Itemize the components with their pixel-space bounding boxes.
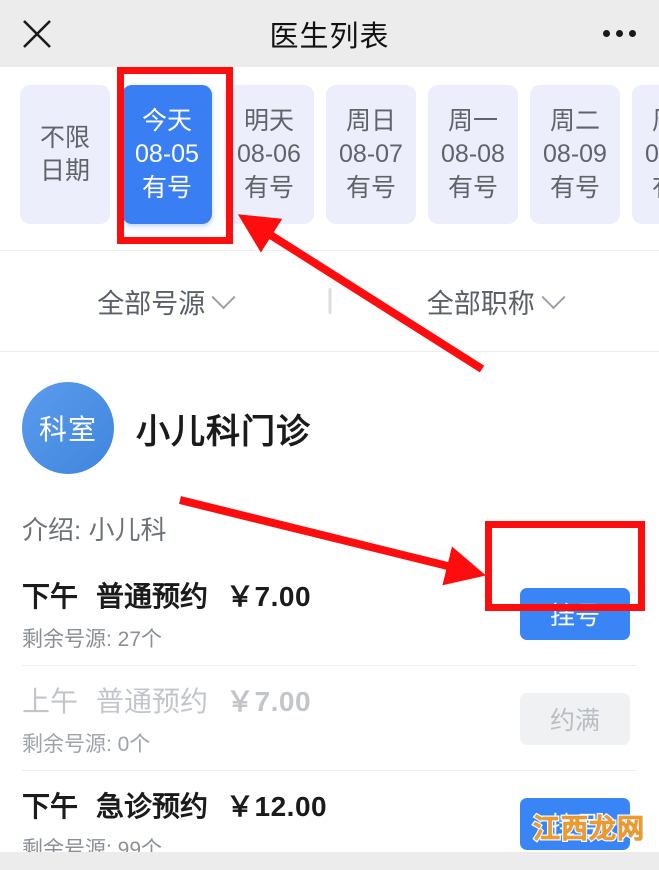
date-chip-tuesday[interactable]: 周二 08-09 有号 [530, 85, 620, 224]
date-chip-line2: 08-09 [543, 140, 607, 169]
schedule-type: 普通预约 [96, 581, 209, 612]
schedule-period: 上午 [22, 686, 79, 717]
date-chip-line1: 明天 [243, 107, 294, 136]
date-filter-strip[interactable]: 不限 日期 今天 08-05 有号 明天 08-06 有号 周日 08-07 有… [0, 67, 659, 251]
schedule-remaining: 剩余号源: 0个 [22, 733, 151, 756]
more-dot [615, 30, 623, 37]
date-chip-line3: 有号 [243, 173, 294, 202]
date-chip-line3: 有号 [549, 173, 600, 202]
date-chip-line3: 有号 [447, 173, 498, 202]
schedule-main: 上午 普通预约 ￥7.00 [22, 680, 311, 720]
filter-divider [328, 288, 331, 314]
schedule-info: 下午 普通预约 ￥7.00 剩余号源: 27个 [22, 575, 311, 653]
department-intro: 介绍: 小儿科 [22, 515, 167, 545]
date-chip-monday[interactable]: 周一 08-08 有号 [428, 85, 518, 224]
schedule-price: ￥7.00 [226, 581, 312, 612]
filter-title-label: 全部职称 [426, 288, 535, 319]
filter-title-dropdown[interactable]: 全部职称 [330, 282, 659, 321]
date-chip-line2: 08-06 [237, 140, 301, 169]
schedule-main: 下午 普通预约 ￥7.00 [22, 575, 311, 615]
schedule-row: 上午 普通预约 ￥7.00 剩余号源: 0个 约满 [22, 666, 637, 771]
more-dot [602, 30, 610, 37]
chevron-down-icon [541, 284, 566, 309]
more-options-icon[interactable] [597, 19, 641, 49]
site-watermark: 江西龙网 [532, 813, 646, 846]
schedule-price: ￥12.00 [226, 791, 328, 822]
filter-bar: 全部号源 全部职称 [0, 251, 659, 352]
app-header: 医生列表 [0, 0, 659, 67]
date-chip-line3: 有号 [345, 173, 396, 202]
date-chip-line2: 08-07 [339, 140, 403, 169]
date-chip-line1: 周一 [447, 107, 498, 136]
date-chip-today[interactable]: 今天 08-05 有号 [122, 85, 212, 224]
date-chip-line1: 今天 [141, 107, 192, 136]
date-chip-line2: 日期 [39, 157, 90, 185]
more-dot [628, 30, 636, 37]
fully-booked-button: 约满 [520, 693, 630, 745]
date-chip-line1: 周三 [652, 108, 659, 135]
schedule-row: 下午 普通预约 ￥7.00 剩余号源: 27个 挂号 [22, 561, 637, 666]
date-chip-line3: 有号 [652, 174, 659, 201]
filter-source-dropdown[interactable]: 全部号源 [0, 282, 330, 321]
schedule-period: 下午 [22, 791, 79, 822]
department-card: 科室 小儿科门诊 介绍: 小儿科 下午 普通预约 ￥7.00 剩余号源: 27个… [0, 352, 659, 870]
date-chip-tomorrow[interactable]: 明天 08-06 有号 [224, 85, 314, 224]
chevron-down-icon [211, 284, 236, 309]
date-chip-unrestricted[interactable]: 不限 日期 [20, 85, 110, 224]
date-chip-line2: 08-08 [441, 140, 505, 169]
date-chip-sunday[interactable]: 周日 08-07 有号 [326, 85, 416, 224]
department-name: 小儿科门诊 [136, 412, 311, 451]
close-icon[interactable] [18, 15, 56, 53]
schedule-main: 下午 急诊预约 ￥12.00 [22, 785, 327, 825]
date-chip-wednesday[interactable]: 周三 08-10 有号 [632, 85, 659, 224]
date-chip-line2: 08-05 [135, 140, 199, 169]
date-chip-line2: 08-10 [645, 140, 659, 169]
schedule-type: 急诊预约 [96, 791, 209, 822]
page-title: 医生列表 [269, 20, 390, 53]
schedule-remaining: 剩余号源: 27个 [22, 628, 163, 651]
schedule-type: 普通预约 [96, 686, 209, 717]
date-chip-line1: 周二 [549, 107, 600, 136]
bottom-strip [0, 852, 659, 870]
filter-source-label: 全部号源 [97, 288, 206, 319]
date-chip-line1: 周日 [345, 107, 396, 136]
department-header[interactable]: 科室 小儿科门诊 [22, 352, 637, 474]
date-chip-scroller[interactable]: 不限 日期 今天 08-05 有号 明天 08-06 有号 周日 08-07 有… [0, 85, 659, 224]
department-avatar: 科室 [22, 382, 114, 474]
schedule-info: 上午 普通预约 ￥7.00 剩余号源: 0个 [22, 680, 311, 758]
date-chip-line3: 有号 [141, 173, 192, 202]
doctor-list-screen: 医生列表 不限 日期 今天 08-05 有号 明天 08-06 有号 周日 08… [0, 0, 659, 870]
schedule-price: ￥7.00 [226, 686, 312, 717]
register-button[interactable]: 挂号 [520, 588, 630, 640]
date-chip-line1: 不限 [39, 123, 90, 152]
schedule-period: 下午 [22, 581, 79, 612]
